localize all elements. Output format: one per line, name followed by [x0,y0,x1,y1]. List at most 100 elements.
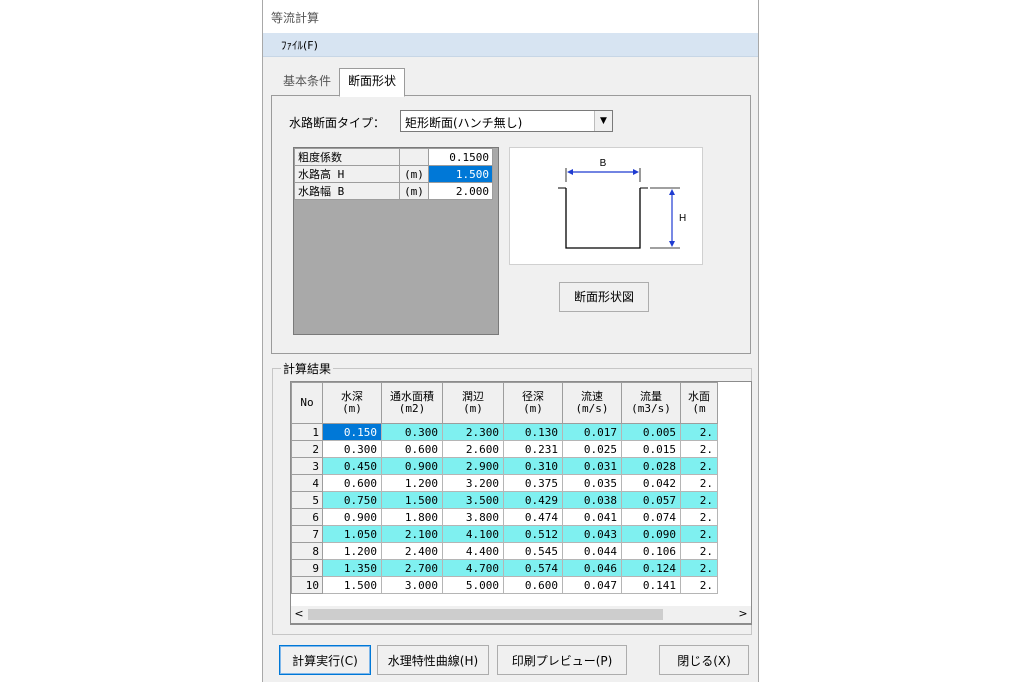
section-shape-diagram-button[interactable]: 断面形状図 [559,282,649,312]
table-cell[interactable]: 2. [680,576,718,594]
table-cell[interactable]: 0.044 [562,542,622,560]
table-cell[interactable]: 0.150 [322,423,382,441]
table-cell[interactable]: 0.025 [562,440,622,458]
table-cell[interactable]: 5.000 [442,576,504,594]
table-cell[interactable]: 0.038 [562,491,622,509]
row-number-cell[interactable]: 6 [291,508,323,526]
table-cell[interactable]: 0.090 [621,525,681,543]
tab-basic-conditions[interactable]: 基本条件 [275,69,339,93]
menu-file[interactable]: ﾌｧｲﾙ(F) [279,37,320,53]
table-cell[interactable]: 0.042 [621,474,681,492]
table-cell[interactable]: 0.375 [503,474,563,492]
table-cell[interactable]: 3.000 [381,576,443,594]
table-cell[interactable]: 2. [680,423,718,441]
table-cell[interactable]: 0.074 [621,508,681,526]
table-cell[interactable]: 0.017 [562,423,622,441]
table-cell[interactable]: 2. [680,559,718,577]
scrollbar-thumb[interactable] [308,609,663,620]
table-row[interactable]: 10 1.500 3.000 5.000 0.600 0.047 0.141 2. [291,576,718,594]
table-cell[interactable]: 0.600 [381,440,443,458]
table-cell[interactable]: 0.900 [381,457,443,475]
column-header-depth[interactable]: 水深 (m) [322,382,382,424]
column-header-discharge[interactable]: 流量 (m3/s) [621,382,681,424]
table-cell[interactable]: 0.035 [562,474,622,492]
column-header-wetted-perimeter[interactable]: 潤辺 (m) [442,382,504,424]
table-cell[interactable]: 0.310 [503,457,563,475]
table-cell[interactable]: 0.130 [503,423,563,441]
scroll-left-icon[interactable]: < [291,607,307,620]
table-row[interactable]: 6 0.900 1.800 3.800 0.474 0.041 0.074 2. [291,508,718,526]
row-number-cell[interactable]: 7 [291,525,323,543]
hydraulic-curve-button[interactable]: 水理特性曲線(H) [377,645,489,675]
calculate-button[interactable]: 計算実行(C) [279,645,371,675]
table-cell[interactable]: 0.231 [503,440,563,458]
print-preview-button[interactable]: 印刷プレビュー(P) [497,645,627,675]
table-cell[interactable]: 4.400 [442,542,504,560]
table-cell[interactable]: 2.900 [442,457,504,475]
table-cell[interactable]: 2.300 [442,423,504,441]
table-cell[interactable]: 0.124 [621,559,681,577]
param-value-width[interactable]: 2.000 [428,182,493,200]
row-number-cell[interactable]: 4 [291,474,323,492]
table-cell[interactable]: 1.500 [322,576,382,594]
column-header-hydraulic-radius[interactable]: 径深 (m) [503,382,563,424]
table-cell[interactable]: 2. [680,457,718,475]
table-cell[interactable]: 2.700 [381,559,443,577]
table-row[interactable]: 7 1.050 2.100 4.100 0.512 0.043 0.090 2. [291,525,718,543]
table-cell[interactable]: 3.500 [442,491,504,509]
param-value-height[interactable]: 1.500 [428,165,493,183]
table-row[interactable]: 4 0.600 1.200 3.200 0.375 0.035 0.042 2. [291,474,718,492]
section-type-select[interactable]: 矩形断面(ハンチ無し) ▼ [400,110,613,132]
table-cell[interactable]: 0.047 [562,576,622,594]
table-cell[interactable]: 2. [680,525,718,543]
table-row[interactable]: 5 0.750 1.500 3.500 0.429 0.038 0.057 2. [291,491,718,509]
column-header-area[interactable]: 通水面積 (m2) [381,382,443,424]
table-cell[interactable]: 0.574 [503,559,563,577]
table-cell[interactable]: 0.900 [322,508,382,526]
table-cell[interactable]: 1.350 [322,559,382,577]
table-cell[interactable]: 0.600 [503,576,563,594]
table-cell[interactable]: 0.545 [503,542,563,560]
table-cell[interactable]: 4.100 [442,525,504,543]
table-cell[interactable]: 0.474 [503,508,563,526]
table-cell[interactable]: 3.200 [442,474,504,492]
table-cell[interactable]: 1.500 [381,491,443,509]
table-row[interactable]: 2 0.300 0.600 2.600 0.231 0.025 0.015 2. [291,440,718,458]
table-cell[interactable]: 0.046 [562,559,622,577]
table-row[interactable]: 3 0.450 0.900 2.900 0.310 0.031 0.028 2. [291,457,718,475]
table-row[interactable]: 9 1.350 2.700 4.700 0.574 0.046 0.124 2. [291,559,718,577]
table-cell[interactable]: 1.200 [322,542,382,560]
row-number-cell[interactable]: 10 [291,576,323,594]
table-cell[interactable]: 2. [680,491,718,509]
table-cell[interactable]: 2.600 [442,440,504,458]
table-cell[interactable]: 2.400 [381,542,443,560]
table-cell[interactable]: 0.512 [503,525,563,543]
column-header-water-surface[interactable]: 水面 (m [680,382,718,424]
table-cell[interactable]: 1.050 [322,525,382,543]
row-number-cell[interactable]: 2 [291,440,323,458]
table-cell[interactable]: 0.300 [381,423,443,441]
row-number-cell[interactable]: 9 [291,559,323,577]
table-cell[interactable]: 0.300 [322,440,382,458]
table-cell[interactable]: 3.800 [442,508,504,526]
table-cell[interactable]: 4.700 [442,559,504,577]
table-cell[interactable]: 1.200 [381,474,443,492]
table-cell[interactable]: 0.750 [322,491,382,509]
param-value-roughness[interactable]: 0.1500 [428,148,493,166]
table-cell[interactable]: 0.031 [562,457,622,475]
row-number-cell[interactable]: 8 [291,542,323,560]
tab-section-shape[interactable]: 断面形状 [339,68,406,97]
row-number-cell[interactable]: 1 [291,423,323,441]
table-cell[interactable]: 0.057 [621,491,681,509]
table-cell[interactable]: 0.450 [322,457,382,475]
row-number-cell[interactable]: 3 [291,457,323,475]
chevron-down-icon[interactable]: ▼ [594,111,612,131]
table-cell[interactable]: 0.028 [621,457,681,475]
table-cell[interactable]: 0.600 [322,474,382,492]
table-cell[interactable]: 2. [680,508,718,526]
table-cell[interactable]: 0.043 [562,525,622,543]
table-cell[interactable]: 0.041 [562,508,622,526]
table-cell[interactable]: 0.429 [503,491,563,509]
table-row[interactable]: 8 1.200 2.400 4.400 0.545 0.044 0.106 2. [291,542,718,560]
close-button[interactable]: 閉じる(X) [659,645,749,675]
